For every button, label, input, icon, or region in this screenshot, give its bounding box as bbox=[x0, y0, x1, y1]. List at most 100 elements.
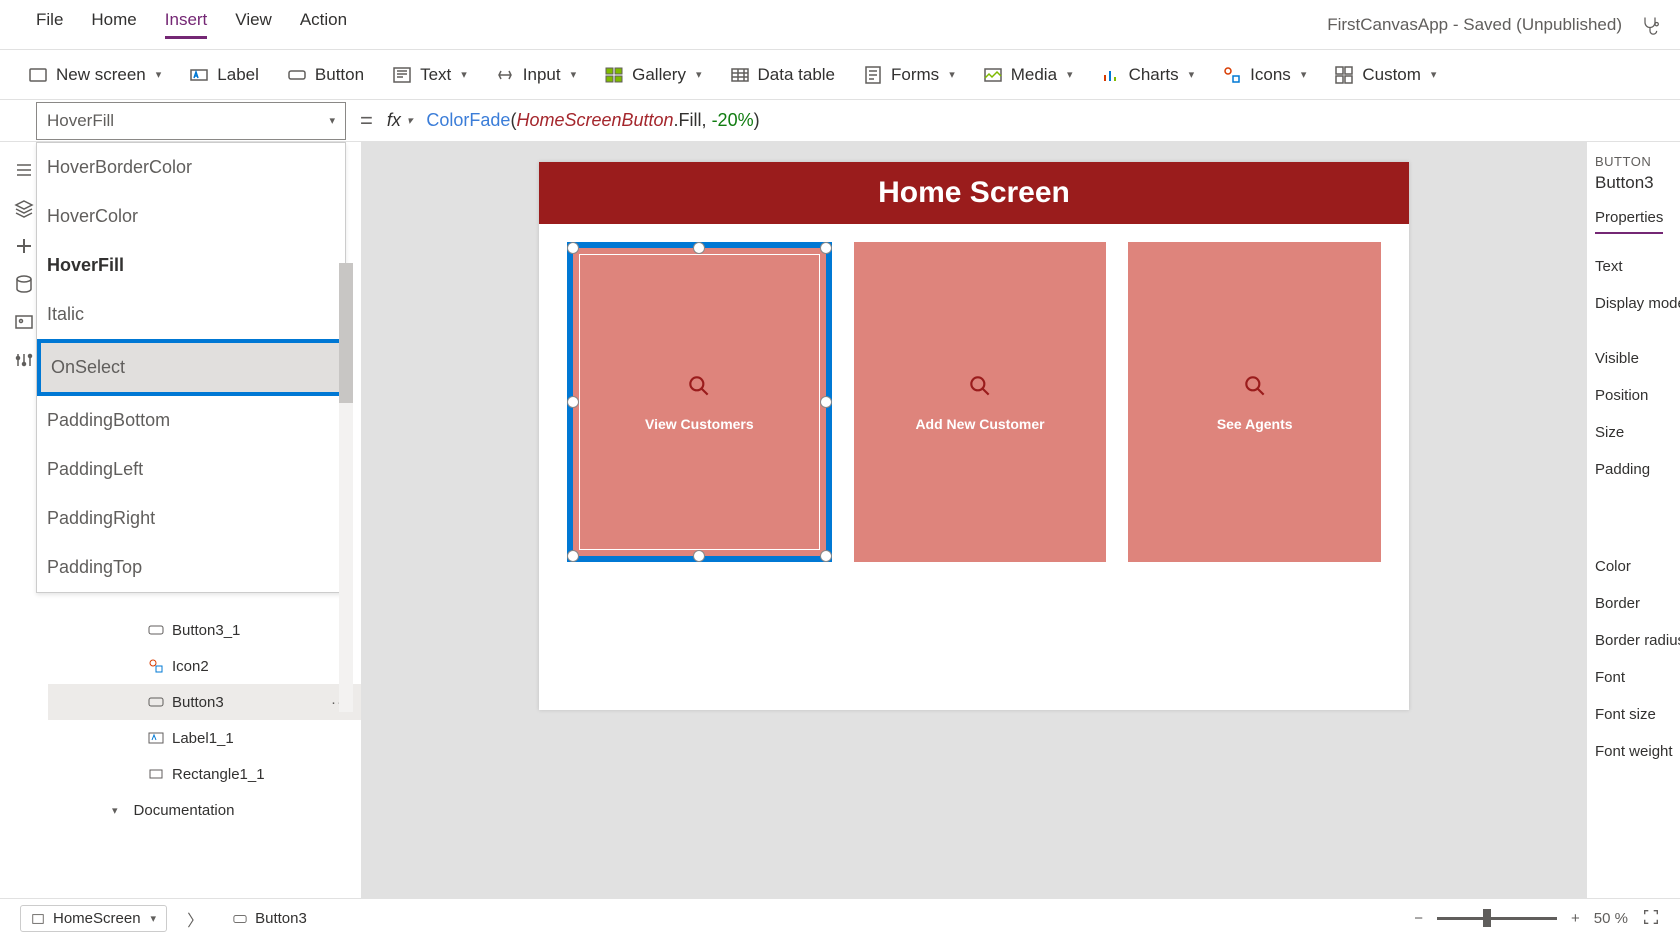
input-icon bbox=[495, 65, 515, 85]
chevron-down-icon: ▾ bbox=[112, 804, 118, 817]
media-rail-icon[interactable] bbox=[14, 312, 34, 332]
card-see-agents[interactable]: See Agents bbox=[1128, 242, 1381, 562]
forms-button[interactable]: Forms▾ bbox=[863, 65, 955, 85]
resize-handle[interactable] bbox=[820, 396, 832, 408]
property-selector[interactable]: HoverFill ▾ bbox=[36, 102, 346, 140]
dropdown-item-paddingright[interactable]: PaddingRight bbox=[37, 494, 345, 543]
dropdown-item-paddingleft[interactable]: PaddingLeft bbox=[37, 445, 345, 494]
layers-icon[interactable] bbox=[14, 198, 34, 218]
tree-item-rectangle1-1[interactable]: Rectangle1_1 bbox=[48, 756, 361, 792]
app-checker-icon[interactable] bbox=[1640, 15, 1660, 35]
prop-size[interactable]: Size bbox=[1595, 414, 1672, 451]
text-button[interactable]: Text▾ bbox=[392, 65, 467, 85]
fit-screen-icon[interactable] bbox=[1642, 908, 1660, 930]
data-icon[interactable] bbox=[14, 274, 34, 294]
card-add-customer[interactable]: Add New Customer bbox=[854, 242, 1107, 562]
control-type-label: BUTTON bbox=[1595, 154, 1672, 169]
formula-input[interactable]: ColorFade(HomeScreenButton.Fill, -20%) bbox=[412, 110, 1680, 131]
button-icon bbox=[148, 622, 164, 638]
data-table-button[interactable]: Data table bbox=[730, 65, 836, 85]
prop-font[interactable]: Font bbox=[1595, 659, 1672, 696]
gallery-button[interactable]: Gallery▾ bbox=[604, 65, 701, 85]
shapes-icon bbox=[1222, 65, 1242, 85]
breadcrumb-screen[interactable]: HomeScreen ▾ bbox=[20, 905, 167, 932]
prop-padding[interactable]: Padding bbox=[1595, 451, 1672, 488]
zoom-out-button[interactable]: − bbox=[1414, 910, 1423, 927]
resize-handle[interactable] bbox=[693, 242, 705, 254]
zoom-in-button[interactable]: + bbox=[1571, 910, 1580, 927]
dropdown-item-italic[interactable]: Italic bbox=[37, 290, 345, 339]
search-icon bbox=[967, 373, 993, 402]
shapes-icon bbox=[148, 658, 164, 674]
chevron-down-icon: ▾ bbox=[151, 912, 157, 925]
canvas-area[interactable]: Home Screen View Customers bbox=[362, 142, 1586, 898]
breadcrumb-control[interactable]: Button3 bbox=[223, 906, 317, 931]
zoom-slider[interactable] bbox=[1437, 917, 1557, 920]
dropdown-item-paddingtop[interactable]: PaddingTop bbox=[37, 543, 345, 592]
prop-visible[interactable]: Visible bbox=[1595, 340, 1672, 377]
formula-bar: HoverFill ▾ = fx▾ ColorFade(HomeScreenBu… bbox=[0, 100, 1680, 142]
prop-borderradius[interactable]: Border radius bbox=[1595, 622, 1672, 659]
tree-item-label1-1[interactable]: Label1_1 bbox=[48, 720, 361, 756]
dropdown-item-hovercolor[interactable]: HoverColor bbox=[37, 192, 345, 241]
menu-home[interactable]: Home bbox=[91, 10, 136, 39]
icons-button[interactable]: Icons▾ bbox=[1222, 65, 1306, 85]
resize-handle[interactable] bbox=[820, 242, 832, 254]
menu-view[interactable]: View bbox=[235, 10, 272, 39]
card-view-customers[interactable]: View Customers bbox=[567, 242, 832, 562]
prop-displaymode[interactable]: Display mode bbox=[1595, 285, 1672, 322]
dropdown-scrollbar[interactable] bbox=[339, 143, 353, 592]
tree-view-icon[interactable] bbox=[14, 160, 34, 180]
media-button[interactable]: Media▾ bbox=[983, 65, 1073, 85]
tools-icon[interactable] bbox=[14, 350, 34, 370]
prop-color[interactable]: Color bbox=[1595, 548, 1672, 585]
prop-position[interactable]: Position bbox=[1595, 377, 1672, 414]
prop-fontsize[interactable]: Font size bbox=[1595, 696, 1672, 733]
table-icon bbox=[730, 65, 750, 85]
button-button[interactable]: Button bbox=[287, 65, 364, 85]
zoom-value: 50 % bbox=[1594, 910, 1628, 927]
chevron-down-icon: ▾ bbox=[329, 114, 335, 127]
app-canvas: Home Screen View Customers bbox=[539, 162, 1409, 710]
new-screen-button[interactable]: New screen▾ bbox=[28, 65, 161, 85]
dropdown-item-hoverfill[interactable]: HoverFill bbox=[37, 241, 345, 290]
input-button[interactable]: Input▾ bbox=[495, 65, 576, 85]
label-icon bbox=[148, 730, 164, 746]
tree-item-button3[interactable]: Button3 ··· bbox=[48, 684, 361, 720]
dropdown-item-onselect[interactable]: OnSelect bbox=[37, 339, 345, 396]
label-button[interactable]: Label bbox=[189, 65, 259, 85]
menu-file[interactable]: File bbox=[36, 10, 63, 39]
media-icon bbox=[983, 65, 1003, 85]
tree-item-icon2[interactable]: Icon2 bbox=[48, 648, 361, 684]
prop-text[interactable]: Text bbox=[1595, 248, 1672, 285]
resize-handle[interactable] bbox=[693, 550, 705, 562]
canvas-header: Home Screen bbox=[539, 162, 1409, 224]
properties-tab[interactable]: Properties bbox=[1595, 203, 1663, 234]
tree-item-button3-1[interactable]: Button3_1 bbox=[48, 612, 361, 648]
title-bar: File Home Insert View Action FirstCanvas… bbox=[0, 0, 1680, 50]
equals-sign: = bbox=[346, 108, 387, 134]
resize-handle[interactable] bbox=[567, 550, 579, 562]
resize-handle[interactable] bbox=[820, 550, 832, 562]
fx-button[interactable]: fx▾ bbox=[387, 110, 413, 131]
dropdown-item-hoverbordercolor[interactable]: HoverBorderColor bbox=[37, 143, 345, 192]
dropdown-item-paddingbottom[interactable]: PaddingBottom bbox=[37, 396, 345, 445]
resize-handle[interactable] bbox=[567, 396, 579, 408]
form-icon bbox=[863, 65, 883, 85]
button-icon bbox=[148, 694, 164, 710]
menu-bar: File Home Insert View Action bbox=[20, 10, 347, 39]
property-dropdown: HoverBorderColor HoverColor HoverFill It… bbox=[36, 142, 346, 593]
app-title: FirstCanvasApp - Saved (Unpublished) bbox=[1327, 15, 1622, 35]
custom-button[interactable]: Custom▾ bbox=[1334, 65, 1436, 85]
tree-group-documentation[interactable]: ▾ Documentation bbox=[48, 792, 361, 828]
breadcrumb-separator: 〉 bbox=[187, 907, 203, 931]
resize-handle[interactable] bbox=[567, 242, 579, 254]
charts-button[interactable]: Charts▾ bbox=[1101, 65, 1195, 85]
menu-action[interactable]: Action bbox=[300, 10, 347, 39]
menu-insert[interactable]: Insert bbox=[165, 10, 208, 39]
prop-fontweight[interactable]: Font weight bbox=[1595, 733, 1672, 770]
screen-icon bbox=[28, 65, 48, 85]
text-icon bbox=[392, 65, 412, 85]
add-icon[interactable] bbox=[14, 236, 34, 256]
prop-border[interactable]: Border bbox=[1595, 585, 1672, 622]
